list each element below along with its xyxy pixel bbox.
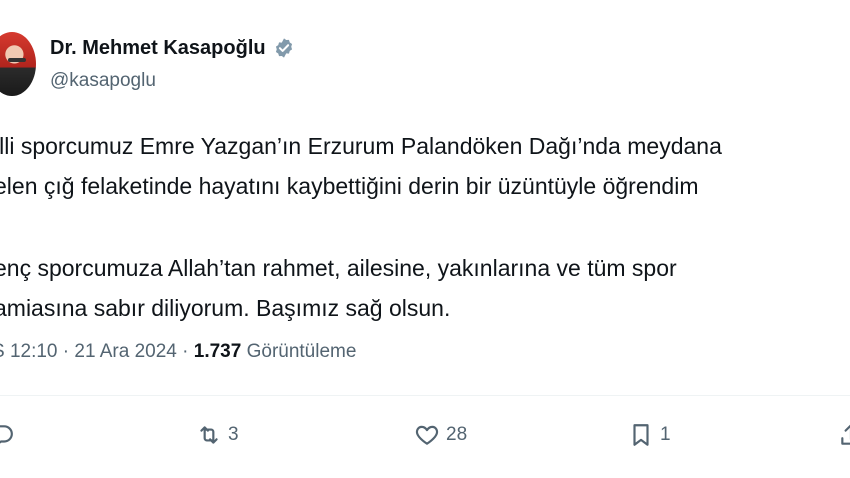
retweet-icon (200, 426, 218, 444)
heart-icon (415, 425, 439, 445)
tweet-paragraph-2: enç sporcumuza Allah’tan rahmet, ailesin… (0, 248, 850, 328)
views-label: Görüntüleme (246, 341, 357, 362)
meta-separator: · (62, 341, 70, 362)
tweet-meta: S 12:10 · 21 Ara 2024 · 1.737 Görüntülem… (0, 341, 356, 363)
tweet-date[interactable]: 21 Ara 2024 (74, 341, 176, 362)
tweet-time[interactable]: S 12:10 (0, 341, 58, 362)
bookmark-button[interactable]: 1 (628, 418, 671, 452)
author-name[interactable]: Dr. Mehmet Kasapoğlu (50, 37, 266, 60)
tweet-line: amiasına sabır diliyorum. Başımız sağ ol… (0, 295, 451, 321)
like-button[interactable]: 28 (414, 418, 467, 452)
divider (0, 395, 850, 396)
action-bar: 3 28 1 (0, 418, 850, 452)
author-handle[interactable]: @kasapoglu (50, 70, 156, 92)
share-icon (841, 424, 850, 445)
avatar[interactable] (0, 32, 36, 96)
bookmark-count: 1 (660, 424, 671, 445)
meta-separator: · (182, 341, 189, 362)
share-button[interactable] (838, 418, 850, 452)
like-count: 28 (446, 424, 468, 445)
retweet-button[interactable]: 3 (196, 418, 239, 452)
tweet-line: enç sporcumuza Allah’tan rahmet, ailesin… (0, 255, 677, 281)
verified-badge-icon (275, 38, 292, 58)
author-name-row: Dr. Mehmet Kasapoğlu (50, 34, 295, 62)
views-count: 1.737 (193, 341, 242, 362)
reply-icon (0, 425, 13, 444)
tweet-text: illi sporcumuz Emre Yazgan’ın Erzurum Pa… (0, 126, 850, 328)
retweet-count: 3 (228, 424, 239, 445)
tweet-line: elen çığ felaketinde hayatını kaybettiği… (0, 173, 699, 199)
reply-button[interactable] (0, 418, 14, 452)
bookmark-icon (633, 424, 649, 446)
tweet-paragraph-1: illi sporcumuz Emre Yazgan’ın Erzurum Pa… (0, 126, 850, 206)
tweet-line: illi sporcumuz Emre Yazgan’ın Erzurum Pa… (0, 133, 722, 159)
avatar-glasses (8, 58, 26, 62)
